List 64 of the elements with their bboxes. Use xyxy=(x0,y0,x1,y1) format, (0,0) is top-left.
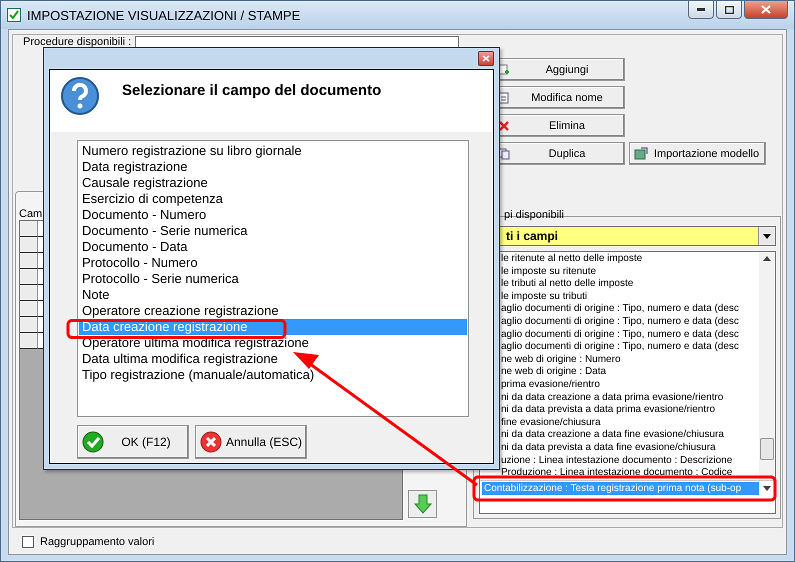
list-item[interactable]: ni da data creazione a data fine evasione/chiusura xyxy=(501,429,759,442)
scroll-up-icon xyxy=(763,256,771,261)
list-item[interactable]: ne web di origine : Data xyxy=(501,366,759,379)
ok-button[interactable]: OK (F12) xyxy=(77,425,189,459)
list-item[interactable]: Documento - Numero xyxy=(79,207,467,223)
list-item[interactable]: ni da data prevista a data fine evasione/chiusura xyxy=(501,442,759,454)
list-item[interactable]: prima evasione/rientro xyxy=(501,378,759,392)
list-item[interactable]: ni da data creazione a data prima evasione/rientro xyxy=(501,392,759,404)
list-item[interactable]: Numero registrazione su libro giornale xyxy=(79,143,467,159)
list-item[interactable]: le imposte su tributi xyxy=(501,290,759,304)
import-icon xyxy=(634,147,648,160)
close-icon xyxy=(482,55,490,62)
list-item[interactable]: le imposte su ritenute xyxy=(501,266,759,278)
close-icon xyxy=(761,5,771,14)
list-item[interactable]: Causale registrazione xyxy=(79,175,467,191)
list-item[interactable]: ne web di origine : Numero xyxy=(501,354,759,366)
add-icon xyxy=(498,64,510,76)
checkmark-icon xyxy=(7,8,21,22)
down-arrow-icon xyxy=(414,494,432,514)
list-item[interactable]: Documento - Serie numerica xyxy=(79,223,467,239)
scroll-thumb[interactable] xyxy=(760,438,774,460)
close-button[interactable] xyxy=(478,51,494,66)
document-icon xyxy=(498,92,510,104)
list-item[interactable]: uzione : Linea intestazione documento : Descrizione xyxy=(501,454,759,468)
list-item[interactable]: le tributi al netto delle imposte xyxy=(501,278,759,291)
minimize-icon xyxy=(697,8,705,11)
list-item[interactable]: Protocollo - Serie numerica xyxy=(79,271,467,287)
fields-label: Cam xyxy=(19,208,42,220)
list-item[interactable]: aglio documenti di origine : Tipo, numero e data (desc xyxy=(501,303,759,316)
list-item[interactable]: Produzione : Linea intestazione documento : Codice xyxy=(501,467,759,480)
list-item[interactable]: Operatore creazione registrazione xyxy=(79,303,467,319)
list-item[interactable]: aglio documenti di origine : Tipo, numero e data (desc xyxy=(501,328,759,342)
import-button[interactable]: Importazione modello xyxy=(629,142,766,165)
maximize-button[interactable] xyxy=(716,1,742,19)
dialog-heading: Selezionare il campo del documento xyxy=(122,82,382,101)
maximize-icon xyxy=(724,6,734,14)
cancel-button[interactable]: Annulla (ESC) xyxy=(195,425,307,459)
list-item[interactable]: Documento - Data xyxy=(79,239,467,255)
dropdown-icon xyxy=(763,234,771,238)
window-title: IMPOSTAZIONE VISUALIZZAZIONI / STAMPE xyxy=(27,8,300,22)
list-item[interactable]: Data registrazione xyxy=(79,159,467,175)
checkbox[interactable] xyxy=(22,536,34,548)
procedure-label: Procedure disponibili : xyxy=(23,36,132,48)
check-icon xyxy=(82,431,104,453)
list-item[interactable]: aglio documenti di origine : Tipo, numero e data (desc xyxy=(501,316,759,329)
grouping-label: Raggruppamento valori xyxy=(40,536,154,548)
list-item[interactable]: ni da data prevista a data prima evasione/rientro xyxy=(501,404,759,417)
list-item[interactable]: Protocollo - Numero xyxy=(79,255,467,271)
cancel-icon xyxy=(200,431,222,453)
list-item[interactable]: Esercizio di competenza xyxy=(79,191,467,207)
move-down-button[interactable] xyxy=(408,490,437,518)
list-item[interactable]: aglio documenti di origine : Tipo, numero e data (desc xyxy=(501,341,759,354)
delete-icon xyxy=(498,120,510,132)
list-item[interactable]: fine evasione/chiusura xyxy=(501,416,759,430)
question-icon xyxy=(60,76,100,116)
minimize-button[interactable] xyxy=(688,1,714,19)
list-item[interactable]: Data ultima modifica registrazione xyxy=(79,351,467,367)
list-item[interactable]: Operatore ultima modifica registrazione xyxy=(79,335,467,351)
close-button[interactable] xyxy=(744,1,788,19)
list-item[interactable]: Tipo registrazione (manuale/automatica) xyxy=(79,367,467,383)
available-fields-legend: pi disponibili xyxy=(479,209,776,221)
list-item[interactable]: Note xyxy=(79,287,467,303)
list-item[interactable]: le ritenute al netto delle imposte xyxy=(501,253,759,266)
dropdown-icon xyxy=(763,486,771,492)
